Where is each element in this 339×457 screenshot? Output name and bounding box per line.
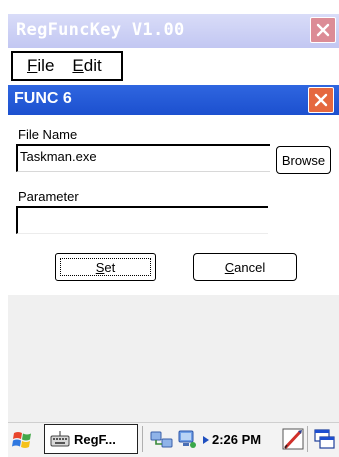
- browse-button[interactable]: Browse: [276, 146, 331, 174]
- menu-bar: File Edit: [11, 51, 123, 81]
- windows-switch-icon[interactable]: [313, 428, 337, 452]
- parameter-label: Parameter: [18, 189, 79, 204]
- close-icon: [314, 93, 328, 107]
- dialog-title: FUNC 6: [14, 90, 72, 107]
- connection-icon[interactable]: [176, 428, 198, 450]
- network-icon[interactable]: [149, 429, 175, 451]
- close-icon: [316, 23, 330, 37]
- workspace-area: [8, 295, 339, 422]
- arrow-right-icon[interactable]: [202, 435, 210, 445]
- taskbar-app-label: RegF...: [74, 431, 116, 447]
- menu-file[interactable]: File: [27, 56, 54, 76]
- set-button[interactable]: Set: [55, 253, 156, 281]
- main-close-button[interactable]: [310, 17, 336, 43]
- keyboard-icon: [50, 431, 70, 447]
- taskbar-separator: [142, 426, 143, 452]
- dialog-title-bar: FUNC 6: [8, 85, 339, 115]
- clock[interactable]: 2:26 PM: [212, 432, 261, 447]
- file-name-label: File Name: [18, 127, 78, 142]
- menu-edit[interactable]: Edit: [72, 56, 101, 76]
- cancel-button[interactable]: Cancel: [193, 253, 297, 281]
- windows-start-icon[interactable]: [10, 429, 36, 451]
- pen-icon[interactable]: [282, 426, 306, 452]
- dialog-close-button[interactable]: [308, 87, 334, 113]
- focus-rectangle: [60, 258, 151, 276]
- parameter-field[interactable]: [16, 206, 268, 234]
- window-title: RegFuncKey V1.00: [16, 20, 185, 40]
- taskbar-app-button[interactable]: RegF...: [44, 424, 138, 454]
- taskbar-separator: [307, 426, 308, 452]
- file-name-field[interactable]: Taskman.exe: [16, 144, 270, 172]
- main-title-bar: RegFuncKey V1.00: [8, 14, 339, 48]
